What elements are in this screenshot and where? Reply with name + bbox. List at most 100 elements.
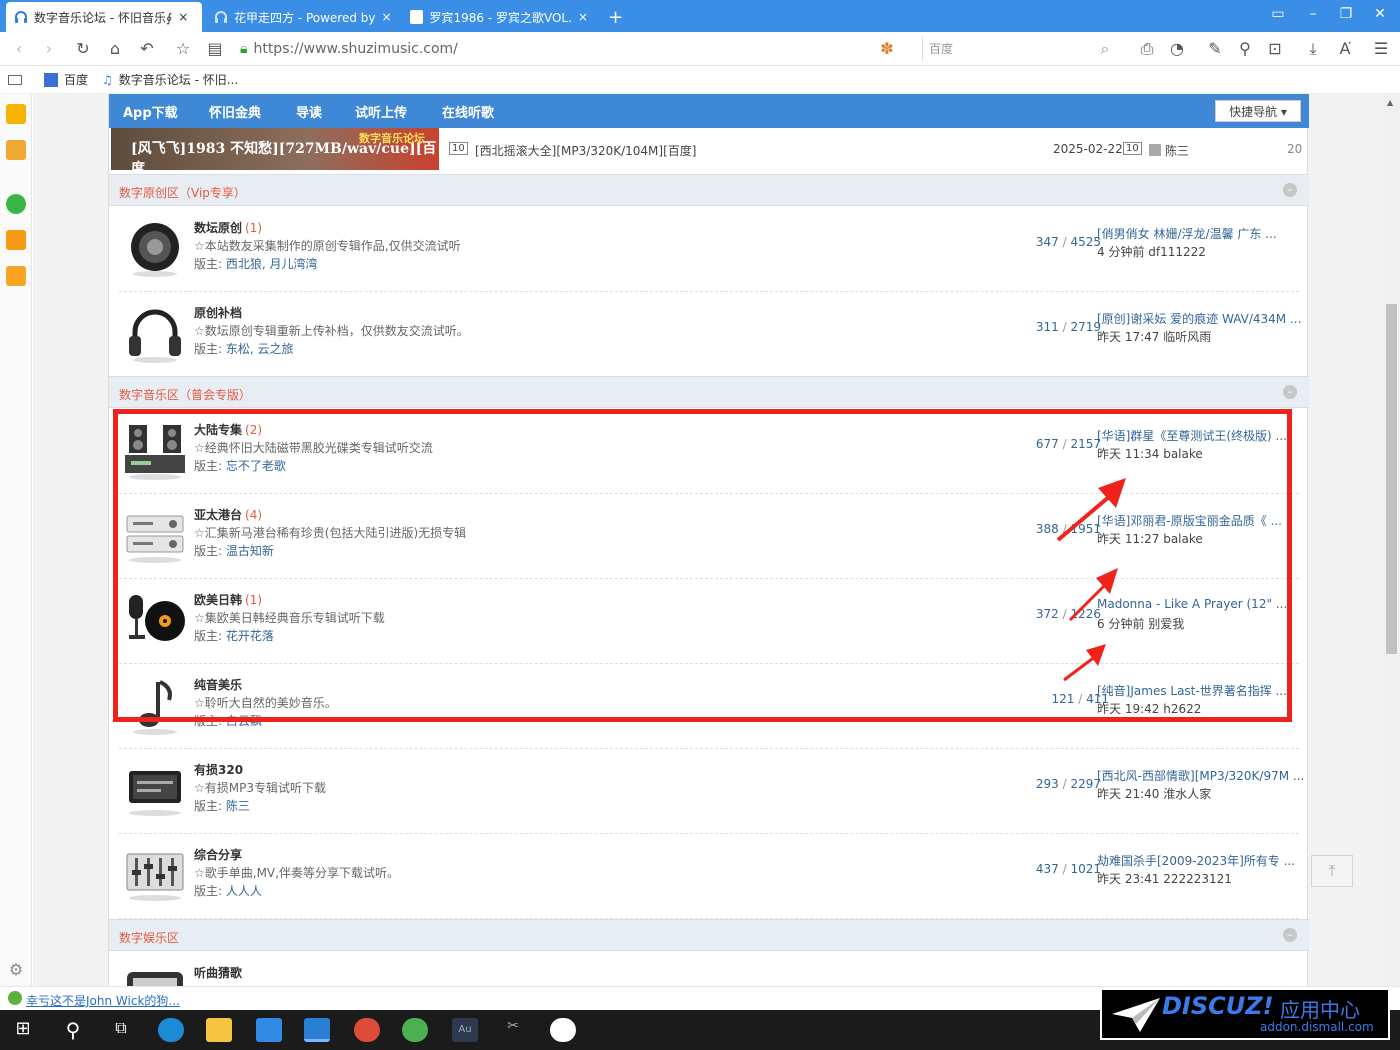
last-post-title[interactable]: [原创]谢采妘 爱的痕迹 WAV/434M ... — [1097, 310, 1307, 327]
notes-icon[interactable] — [6, 140, 26, 160]
collapse-icon[interactable]: – — [1283, 183, 1297, 197]
tab-close-icon[interactable]: × — [382, 10, 392, 24]
translate-icon[interactable]: A͘ — [1334, 38, 1356, 60]
nav-app-download[interactable]: App下载 — [123, 102, 178, 121]
forum-description: ☆数坛原创专辑重新上传补档，仅供数友交流试听。 — [194, 324, 469, 338]
menu-icon[interactable]: ☰ — [1370, 38, 1392, 60]
last-post-title[interactable]: [俏男俏女 林姗/浮龙/温馨 广东 ... — [1097, 225, 1307, 242]
undo-icon[interactable]: ↶ — [136, 38, 158, 60]
reload-icon[interactable]: ↻ — [72, 38, 94, 60]
tools-icon[interactable]: ✎ — [1204, 38, 1226, 60]
bookmark-shuzimusic[interactable]: 数字音乐论坛 - 怀旧... — [119, 71, 238, 88]
qq-icon[interactable] — [550, 1018, 576, 1042]
mixer-icon[interactable] — [123, 844, 187, 906]
microphone-vinyl-icon[interactable] — [123, 589, 187, 651]
radio-icon[interactable] — [123, 962, 187, 986]
nav-classic[interactable]: 怀旧金典 — [209, 102, 261, 121]
back-to-top-button[interactable]: ⤒ — [1311, 855, 1353, 887]
rank-badge: 10 — [449, 142, 468, 155]
tab-huajia[interactable]: 花甲走四方 - Powered by × — [206, 2, 398, 32]
screenshot-icon[interactable]: ⎙ — [1136, 38, 1158, 60]
nav-upload[interactable]: 试听上传 — [355, 102, 407, 121]
thread-user[interactable]: 陈三 — [1165, 142, 1189, 159]
forum-name[interactable]: 纯音美乐 — [194, 676, 245, 693]
nav-guide[interactable]: 导读 — [296, 102, 322, 121]
news-icon — [8, 991, 22, 1005]
speaker-icon[interactable] — [123, 217, 187, 279]
last-post-title[interactable]: [华语]群星《至尊测试王(终极版) ... — [1097, 427, 1307, 444]
nav-listen[interactable]: 在线听歌 — [442, 102, 494, 121]
mp3-player-icon[interactable] — [123, 759, 187, 821]
home-icon[interactable]: ⌂ — [104, 38, 126, 60]
folder-icon[interactable] — [206, 1018, 232, 1042]
find-icon[interactable]: ⚲ — [1234, 38, 1256, 60]
tab-luobin[interactable]: 罗宾1986 - 罗宾之歌VOL. × — [402, 2, 596, 32]
forum-name[interactable]: 听曲猜歌 — [194, 964, 242, 981]
forum-name[interactable]: 原创补档 — [194, 304, 245, 321]
tab-shuzimusic[interactable]: 数字音乐论坛 - 怀旧音乐∮ × — [6, 2, 202, 32]
forward-icon[interactable]: › — [38, 38, 60, 60]
stereo-icon[interactable] — [123, 419, 187, 481]
news-link[interactable]: 幸亏这不是John Wick的狗... — [26, 992, 180, 1009]
close-window-icon[interactable]: ✕ — [1370, 6, 1390, 22]
task-view-icon[interactable]: ⧉ — [108, 1018, 134, 1042]
edge-icon[interactable] — [158, 1018, 184, 1042]
favorites-icon[interactable] — [6, 104, 26, 124]
reader-icon[interactable]: ▤ — [204, 38, 226, 60]
star-icon[interactable]: ☆ — [172, 38, 194, 60]
download-icon[interactable]: ⤓ — [1302, 38, 1324, 60]
chrome-icon[interactable] — [354, 1018, 380, 1042]
tools-icon[interactable]: ✂ — [500, 1018, 526, 1042]
latest-thread-row[interactable]: 10 [西北摇滚大全][MP3/320K/104M][百度] 2025-02-2… — [449, 142, 1309, 160]
browser-taskbar-icon[interactable] — [304, 1018, 330, 1042]
tab-list-icon[interactable]: ▭ — [1268, 6, 1288, 22]
forum-name[interactable]: 有损320 — [194, 761, 246, 778]
audition-icon[interactable]: Au — [452, 1018, 478, 1042]
rss-icon[interactable] — [6, 230, 26, 250]
last-post-title[interactable]: [西北风-西部情歌][MP3/320K/97M ... — [1097, 767, 1307, 784]
history-icon[interactable]: ◔ — [1166, 38, 1188, 60]
music-note-icon[interactable] — [123, 674, 187, 736]
windows-start-icon[interactable]: ⊞ — [10, 1018, 36, 1042]
last-post-title[interactable]: 劫难国杀手[2009-2023年]所有专 ... — [1097, 852, 1307, 869]
category-title[interactable]: 数字音乐区（普会专版） — [119, 386, 251, 403]
chat-icon[interactable] — [6, 194, 26, 214]
bookmarks-bar: 百度 ♫ 数字音乐论坛 - 怀旧... — [0, 66, 1400, 94]
settings-icon[interactable]: ⚙ — [6, 960, 26, 980]
new-tab-button[interactable]: + — [600, 2, 630, 32]
weibo-icon[interactable] — [6, 266, 26, 286]
collapse-icon[interactable]: – — [1283, 928, 1297, 942]
forum-name[interactable]: 大陆专集 (2) — [194, 421, 262, 438]
headphones-icon[interactable] — [123, 302, 187, 364]
forum-name[interactable]: 数坛原创 (1) — [194, 219, 262, 236]
forum-name[interactable]: 欧美日韩 (1) — [194, 591, 262, 608]
search-icon[interactable]: ⌕ — [1094, 38, 1116, 60]
sidebar-toggle-icon[interactable] — [8, 74, 22, 85]
vertical-scrollbar[interactable]: ▲ — [1383, 94, 1400, 986]
amplifier-icon[interactable] — [123, 504, 187, 566]
forum-description: ☆有损MP3专辑试听下载 — [194, 781, 326, 795]
capture-icon[interactable]: ⊡ — [1264, 38, 1286, 60]
scroll-up-icon[interactable]: ▲ — [1387, 98, 1393, 107]
forum-name[interactable]: 亚太港台 (4) — [194, 506, 262, 523]
scrollbar-thumb[interactable] — [1386, 304, 1397, 654]
category-title[interactable]: 数字原创区（Vip专享） — [119, 184, 246, 201]
thread-title[interactable]: [西北摇滚大全][MP3/320K/104M][百度] — [475, 142, 696, 159]
extension-icon[interactable]: ✽ — [876, 38, 898, 60]
ie-icon[interactable] — [402, 1018, 428, 1042]
tab-close-icon[interactable]: × — [178, 10, 188, 24]
back-icon[interactable]: ‹ — [8, 38, 30, 60]
feishu-icon[interactable] — [256, 1018, 282, 1042]
quick-nav-button[interactable]: 快捷导航 ▾ — [1215, 100, 1301, 122]
search-input[interactable]: 百度 — [922, 37, 1117, 61]
forum-name[interactable]: 综合分享 — [194, 846, 245, 863]
bookmark-baidu[interactable]: 百度 — [64, 71, 88, 88]
search-icon[interactable]: ⚲ — [60, 1018, 86, 1042]
collapse-icon[interactable]: – — [1283, 385, 1297, 399]
album-banner[interactable]: [风飞飞]1983 不知愁][727MB/wav/cue][百度 数字音乐论坛 — [111, 128, 439, 170]
tab-close-icon[interactable]: × — [578, 10, 588, 24]
category-title[interactable]: 数字娱乐区 — [119, 929, 179, 946]
restore-icon[interactable]: ❐ — [1336, 6, 1356, 22]
address-bar[interactable]: 🔒︎ https://www.shuzimusic.com/ — [240, 37, 870, 61]
minimize-icon[interactable]: – — [1303, 6, 1323, 22]
